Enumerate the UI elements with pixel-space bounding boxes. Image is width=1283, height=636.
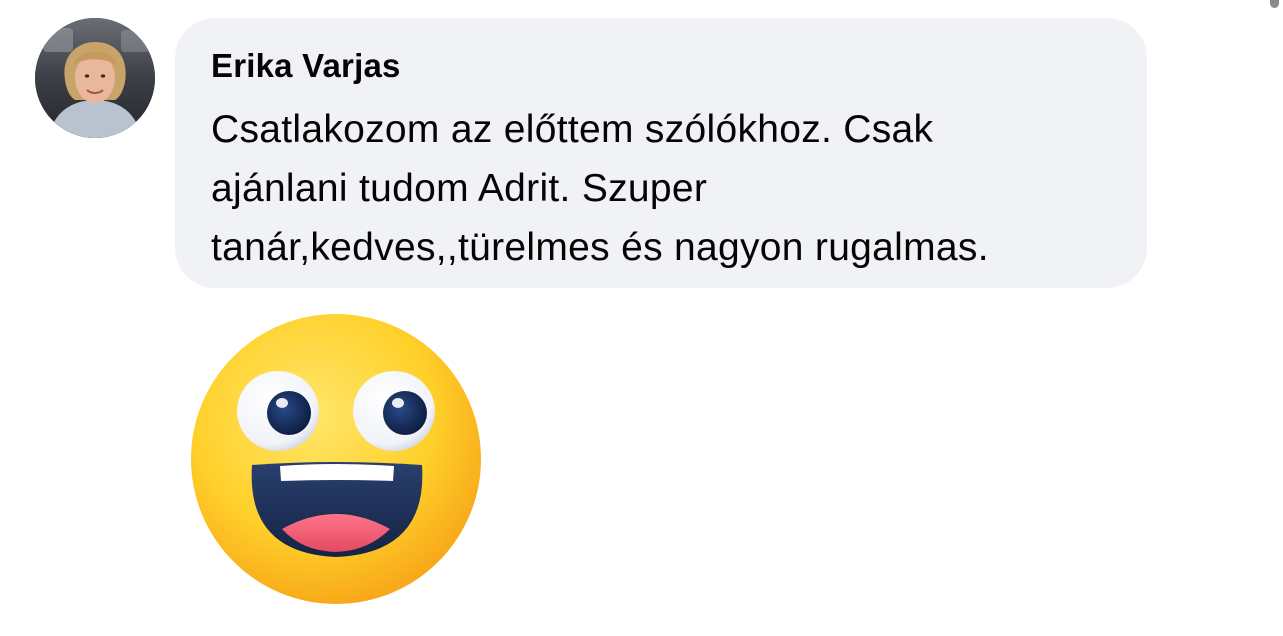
- comment-thread: Erika Varjas Csatlakozom az előttem szól…: [0, 0, 1283, 636]
- comment-bubble: Erika Varjas Csatlakozom az előttem szól…: [175, 18, 1147, 288]
- avatar[interactable]: [35, 18, 155, 138]
- scrollbar-thumb[interactable]: [1270, 0, 1279, 8]
- comment-text: Csatlakozom az előttem szólókhoz. Csak a…: [211, 108, 989, 269]
- comment-author[interactable]: Erika Varjas: [211, 46, 1111, 86]
- grinning-face-sticker-icon: [190, 313, 482, 605]
- profile-photo-icon: [35, 18, 155, 138]
